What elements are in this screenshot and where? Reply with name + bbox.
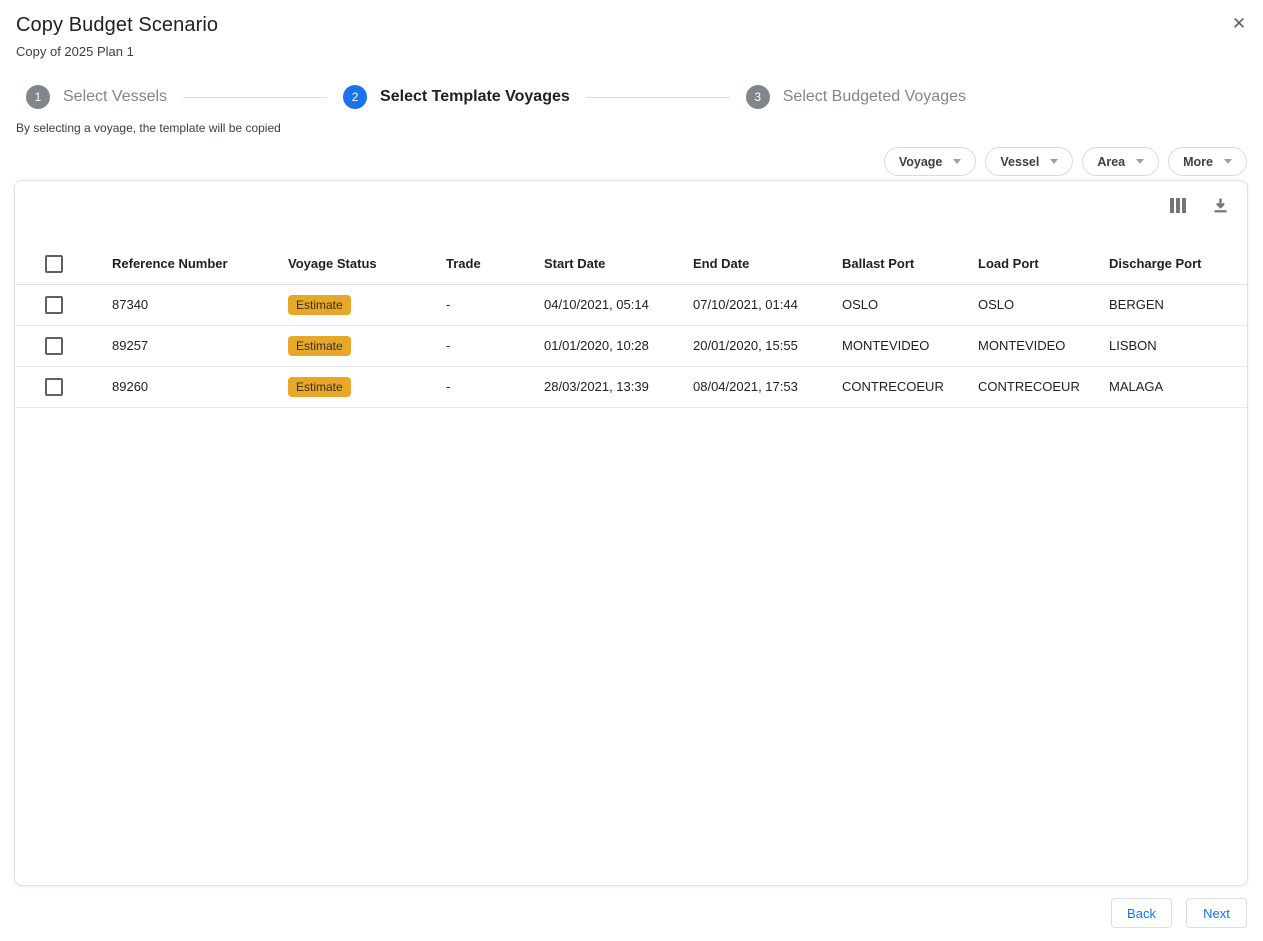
next-button[interactable]: Next (1186, 898, 1247, 928)
dialog-footer: Back Next (1111, 898, 1247, 928)
step-number-badge: 1 (26, 85, 50, 109)
row-checkbox[interactable] (45, 337, 63, 355)
cell-ballast-port: MONTEVIDEO (842, 325, 978, 366)
table-header-row: Reference Number Voyage Status Trade Sta… (15, 244, 1247, 284)
step-connector (586, 97, 730, 98)
cell-discharge-port: MALAGA (1109, 366, 1247, 407)
cell-load-port: CONTRECOEUR (978, 366, 1109, 407)
filter-chip-voyage[interactable]: Voyage (884, 147, 977, 176)
voyages-table-card: Reference Number Voyage Status Trade Sta… (14, 180, 1248, 886)
cell-reference-number: 89257 (112, 325, 288, 366)
cell-reference-number: 87340 (112, 284, 288, 325)
row-checkbox[interactable] (45, 378, 63, 396)
back-button[interactable]: Back (1111, 898, 1172, 928)
filter-chip-label: Area (1097, 155, 1125, 169)
column-header-trade: Trade (446, 244, 544, 284)
column-header-reference-number: Reference Number (112, 244, 288, 284)
filter-chip-label: More (1183, 155, 1213, 169)
cell-discharge-port: BERGEN (1109, 284, 1247, 325)
step-select-vessels[interactable]: 1 Select Vessels (26, 85, 167, 109)
filter-chip-area[interactable]: Area (1082, 147, 1159, 176)
table-row[interactable]: 89257 Estimate - 01/01/2020, 10:28 20/01… (15, 325, 1247, 366)
column-header-start-date: Start Date (544, 244, 693, 284)
voyage-status-badge: Estimate (288, 377, 351, 397)
step-select-budgeted-voyages[interactable]: 3 Select Budgeted Voyages (746, 85, 966, 109)
row-checkbox[interactable] (45, 296, 63, 314)
wizard-stepper: 1 Select Vessels 2 Select Template Voyag… (26, 85, 966, 109)
step-number-badge: 3 (746, 85, 770, 109)
chevron-down-icon (1136, 159, 1144, 164)
cell-trade: - (446, 284, 544, 325)
download-button[interactable] (1212, 197, 1229, 214)
cell-ballast-port: CONTRECOEUR (842, 366, 978, 407)
step-label: Select Budgeted Voyages (783, 88, 966, 106)
step-label: Select Template Voyages (380, 88, 570, 106)
cell-start-date: 28/03/2021, 13:39 (544, 366, 693, 407)
column-header-end-date: End Date (693, 244, 842, 284)
cell-ballast-port: OSLO (842, 284, 978, 325)
step-connector (183, 97, 327, 98)
dialog-subtitle: Copy of 2025 Plan 1 (16, 44, 1247, 59)
cell-reference-number: 89260 (112, 366, 288, 407)
voyage-status-badge: Estimate (288, 295, 351, 315)
filter-chip-more[interactable]: More (1168, 147, 1247, 176)
close-icon[interactable]: ✕ (1227, 12, 1251, 36)
download-icon (1212, 197, 1229, 214)
cell-end-date: 08/04/2021, 17:53 (693, 366, 842, 407)
filter-chip-vessel[interactable]: Vessel (985, 147, 1073, 176)
cell-load-port: MONTEVIDEO (978, 325, 1109, 366)
select-all-checkbox[interactable] (45, 255, 63, 273)
cell-trade: - (446, 366, 544, 407)
cell-start-date: 01/01/2020, 10:28 (544, 325, 693, 366)
table-row[interactable]: 89260 Estimate - 28/03/2021, 13:39 08/04… (15, 366, 1247, 407)
table-row[interactable]: 87340 Estimate - 04/10/2021, 05:14 07/10… (15, 284, 1247, 325)
column-header-load-port: Load Port (978, 244, 1109, 284)
chevron-down-icon (1224, 159, 1232, 164)
column-header-discharge-port: Discharge Port (1109, 244, 1247, 284)
chevron-down-icon (1050, 159, 1058, 164)
column-settings-button[interactable] (1170, 198, 1186, 213)
page-title: Copy Budget Scenario (16, 14, 1247, 37)
step-label: Select Vessels (63, 88, 167, 106)
chevron-down-icon (953, 159, 961, 164)
filter-chip-label: Vessel (1000, 155, 1039, 169)
column-header-ballast-port: Ballast Port (842, 244, 978, 284)
filter-bar: Voyage Vessel Area More (0, 147, 1247, 176)
stepper-hint-text: By selecting a voyage, the template will… (16, 121, 1263, 135)
cell-end-date: 07/10/2021, 01:44 (693, 284, 842, 325)
column-header-voyage-status: Voyage Status (288, 244, 446, 284)
voyages-table: Reference Number Voyage Status Trade Sta… (15, 244, 1247, 408)
cell-start-date: 04/10/2021, 05:14 (544, 284, 693, 325)
cell-end-date: 20/01/2020, 15:55 (693, 325, 842, 366)
step-select-template-voyages[interactable]: 2 Select Template Voyages (343, 85, 570, 109)
filter-chip-label: Voyage (899, 155, 943, 169)
columns-icon (1170, 198, 1186, 213)
cell-load-port: OSLO (978, 284, 1109, 325)
table-toolbar (1170, 197, 1229, 214)
cell-discharge-port: LISBON (1109, 325, 1247, 366)
step-number-badge: 2 (343, 85, 367, 109)
cell-trade: - (446, 325, 544, 366)
voyage-status-badge: Estimate (288, 336, 351, 356)
dialog-header: Copy Budget Scenario Copy of 2025 Plan 1… (0, 0, 1263, 59)
